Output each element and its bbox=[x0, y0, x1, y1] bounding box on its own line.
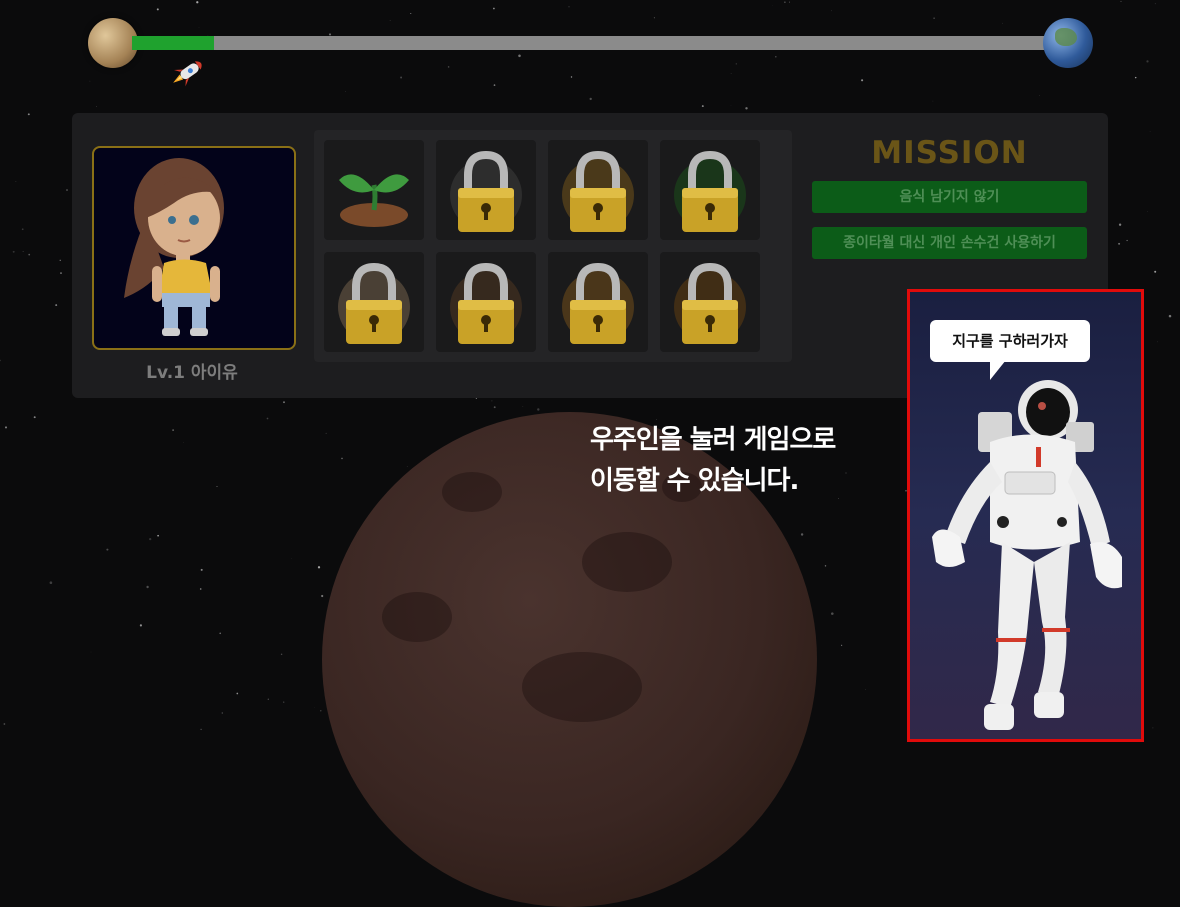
padlock-icon bbox=[436, 252, 536, 352]
instruction-line: 우주인을 눌러 게임으로 bbox=[590, 420, 910, 461]
locked-badge[interactable] bbox=[548, 252, 648, 352]
instruction-line: 이동할 수 있습니다. bbox=[590, 461, 910, 502]
locked-badge[interactable] bbox=[660, 252, 760, 352]
astronaut-game-link[interactable]: 지구를 구하러가자 bbox=[907, 289, 1144, 742]
locked-badge[interactable] bbox=[660, 140, 760, 240]
badge-grid bbox=[314, 130, 792, 362]
locked-badge[interactable] bbox=[324, 252, 424, 352]
moon-planet-icon bbox=[88, 18, 138, 68]
sprout-icon bbox=[324, 140, 424, 240]
astronaut-icon bbox=[910, 372, 1141, 742]
mission-item[interactable]: 종이타월 대신 개인 손수건 사용하기 bbox=[812, 227, 1087, 259]
padlock-icon bbox=[324, 252, 424, 352]
unlocked-badge[interactable] bbox=[324, 140, 424, 240]
padlock-icon bbox=[548, 252, 648, 352]
locked-badge[interactable] bbox=[436, 252, 536, 352]
padlock-icon bbox=[436, 140, 536, 240]
locked-badge[interactable] bbox=[548, 140, 648, 240]
earth-planet-icon bbox=[1043, 18, 1093, 68]
avatar[interactable] bbox=[92, 146, 296, 350]
journey-progress bbox=[88, 18, 1093, 74]
girl-character-avatar bbox=[94, 148, 294, 348]
progress-bar-fill bbox=[132, 36, 214, 50]
mission-item[interactable]: 음식 남기지 않기 bbox=[812, 181, 1087, 213]
progress-bar-track bbox=[132, 36, 1048, 50]
level-label: Lv.1 아이유 bbox=[92, 358, 292, 383]
speech-bubble: 지구를 구하러가자 bbox=[930, 320, 1090, 362]
instruction-text: 우주인을 눌러 게임으로 이동할 수 있습니다. bbox=[590, 420, 910, 502]
padlock-icon bbox=[548, 140, 648, 240]
padlock-icon bbox=[660, 140, 760, 240]
mission-title: MISSION bbox=[812, 135, 1087, 171]
rocket-icon bbox=[168, 58, 208, 94]
padlock-icon bbox=[660, 252, 760, 352]
locked-badge[interactable] bbox=[436, 140, 536, 240]
